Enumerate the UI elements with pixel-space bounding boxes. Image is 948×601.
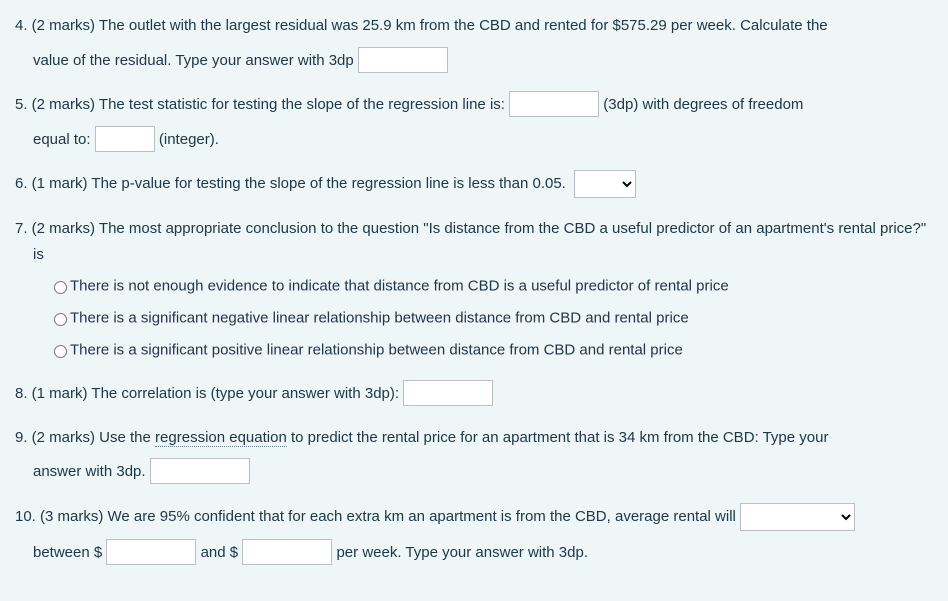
q5-line1-wrap: 5. (2 marks) The test statistic for test… (15, 91, 933, 118)
q4-residual-input[interactable] (358, 47, 448, 73)
q7-radio-2[interactable] (54, 313, 67, 326)
q7-opt2-label: There is a significant negative linear r… (70, 309, 689, 326)
q7-options: There is not enough evidence to indicate… (15, 273, 933, 362)
q5-text-d: (integer). (159, 131, 219, 148)
q4-line2-wrap: value of the residual. Type your answer … (15, 47, 933, 74)
q5-text-a: 5. (2 marks) The test statistic for test… (15, 96, 505, 113)
q5-line2-wrap: equal to: (integer). (15, 126, 933, 153)
q7-option-3[interactable]: There is a significant positive linear r… (49, 337, 933, 363)
question-4: 4. (2 marks) The outlet with the largest… (15, 13, 933, 73)
q10-lower-input[interactable] (106, 539, 196, 565)
q5-df-input[interactable] (95, 126, 155, 152)
q9-line2-wrap: answer with 3dp. (15, 458, 933, 485)
q7-text: 7. (2 marks) The most appropriate conclu… (15, 216, 933, 267)
q9-underline: regression equation (155, 429, 287, 447)
q4-line1: 4. (2 marks) The outlet with the largest… (15, 13, 933, 39)
question-10: 10. (3 marks) We are 95% confident that … (15, 503, 933, 566)
q9-line1-wrap: 9. (2 marks) Use the regression equation… (15, 425, 933, 451)
q9-predict-input[interactable] (150, 458, 250, 484)
q10-text-a: 10. (3 marks) We are 95% confident that … (15, 508, 736, 525)
q5-text-b: (3dp) with degrees of freedom (603, 96, 803, 113)
q6-wrap: 6. (1 mark) The p-value for testing the … (15, 170, 933, 198)
q6-text: 6. (1 mark) The p-value for testing the … (15, 175, 566, 192)
q10-text-b: between $ (33, 544, 102, 561)
q10-upper-input[interactable] (242, 539, 332, 565)
question-8: 8. (1 mark) The correlation is (type you… (15, 380, 933, 407)
q10-line1-wrap: 10. (3 marks) We are 95% confident that … (15, 503, 933, 531)
q7-radio-1[interactable] (54, 281, 67, 294)
q10-text-c: and $ (201, 544, 239, 561)
question-9: 9. (2 marks) Use the regression equation… (15, 425, 933, 485)
q10-direction-select[interactable] (740, 503, 855, 531)
q8-correlation-input[interactable] (403, 380, 493, 406)
q10-line2-wrap: between $ and $ per week. Type your answ… (15, 539, 933, 566)
q7-option-1[interactable]: There is not enough evidence to indicate… (49, 273, 933, 299)
q7-opt1-label: There is not enough evidence to indicate… (70, 277, 729, 294)
q10-text-d: per week. Type your answer with 3dp. (336, 544, 588, 561)
q7-opt3-label: There is a significant positive linear r… (70, 341, 683, 358)
question-7: 7. (2 marks) The most appropriate conclu… (15, 216, 933, 362)
q7-option-2[interactable]: There is a significant negative linear r… (49, 305, 933, 331)
q9-text-a: 9. (2 marks) Use the (15, 429, 155, 446)
q8-wrap: 8. (1 mark) The correlation is (type you… (15, 380, 933, 407)
q4-line2: value of the residual. Type your answer … (33, 52, 354, 69)
q9-text-b: to predict the rental price for an apart… (287, 429, 829, 446)
q5-test-stat-input[interactable] (509, 91, 599, 117)
q6-pvalue-select[interactable] (574, 170, 636, 198)
q7-radio-3[interactable] (54, 345, 67, 358)
question-6: 6. (1 mark) The p-value for testing the … (15, 170, 933, 198)
q5-text-c: equal to: (33, 131, 91, 148)
q9-text-c: answer with 3dp. (33, 463, 146, 480)
question-5: 5. (2 marks) The test statistic for test… (15, 91, 933, 152)
q8-text: 8. (1 mark) The correlation is (type you… (15, 385, 399, 402)
